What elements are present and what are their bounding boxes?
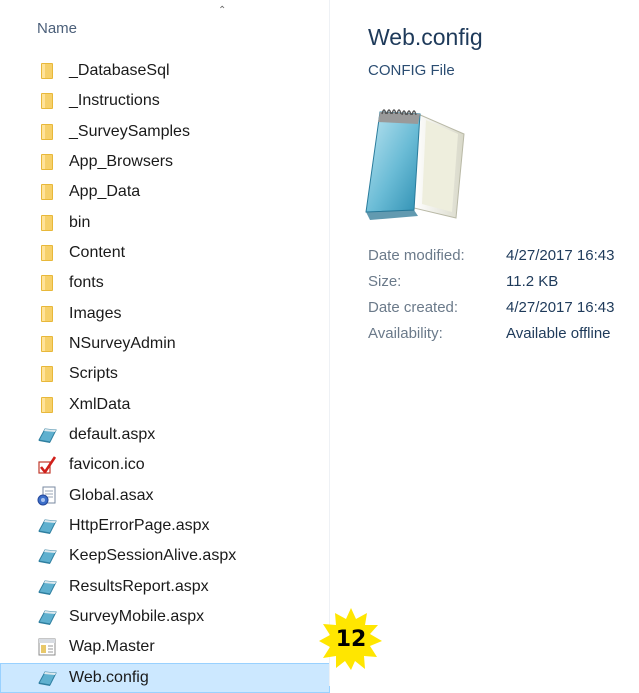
file-name: App_Browsers (69, 153, 174, 171)
file-row-selected[interactable]: Web.config (0, 662, 330, 693)
property-label: Size: (368, 272, 402, 290)
name-column-header[interactable]: Name (37, 20, 77, 37)
file-row[interactable]: App_Browsers (0, 147, 330, 177)
folder-icon (36, 122, 58, 142)
aspx-file-icon (36, 425, 58, 445)
file-name: Web.config (69, 668, 149, 686)
file-row[interactable]: default.aspx (0, 420, 330, 450)
config-file-icon (36, 668, 58, 688)
property-value: 4/27/2017 16:43 (506, 246, 615, 264)
property-label: Date created: (368, 298, 459, 316)
file-row[interactable]: bin (0, 208, 330, 238)
file-row[interactable]: Global.asax (0, 481, 330, 511)
folder-icon (36, 273, 58, 293)
property-row: Size: 11.2 KB (368, 268, 614, 294)
property-row: Date created: 4/27/2017 16:43 (368, 294, 614, 320)
file-row[interactable]: Wap.Master (0, 632, 330, 662)
file-name: _DatabaseSql (69, 62, 170, 80)
file-name: _SurveySamples (69, 122, 190, 140)
file-name: _Instructions (69, 92, 160, 110)
step-number-badge: 12 (318, 608, 384, 670)
file-row[interactable]: NSurveyAdmin (0, 329, 330, 359)
file-name: default.aspx (69, 426, 156, 444)
asax-file-icon (36, 486, 58, 506)
property-value: 4/27/2017 16:43 (506, 298, 615, 316)
file-name: Scripts (69, 365, 118, 383)
details-file-type: CONFIG File (368, 62, 455, 79)
folder-icon (36, 182, 58, 202)
file-row[interactable]: _Instructions (0, 86, 330, 116)
step-number: 12 (335, 626, 367, 652)
aspx-file-icon (36, 546, 58, 566)
file-name: SurveyMobile.aspx (69, 608, 205, 626)
file-name: Global.asax (69, 486, 154, 504)
folder-icon (36, 91, 58, 111)
file-name: Wap.Master (69, 638, 155, 656)
folder-icon (36, 213, 58, 233)
file-row[interactable]: _DatabaseSql (0, 56, 330, 86)
property-value: 11.2 KB (506, 272, 559, 290)
checkmark-icon (36, 455, 58, 475)
file-name: NSurveyAdmin (69, 335, 176, 353)
file-row[interactable]: favicon.ico (0, 450, 330, 480)
file-row[interactable]: Images (0, 299, 330, 329)
file-row[interactable]: XmlData (0, 390, 330, 420)
file-name: bin (69, 213, 91, 231)
file-list: _DatabaseSql _Instructions _SurveySamples A… (0, 56, 330, 693)
property-row: Date modified: 4/27/2017 16:43 (368, 242, 614, 268)
file-name: KeepSessionAlive.aspx (69, 547, 237, 565)
file-name: fonts (69, 274, 104, 292)
sort-caret-icon[interactable]: ⌃ (218, 6, 226, 16)
file-row[interactable]: fonts (0, 268, 330, 298)
file-name: favicon.ico (69, 456, 145, 474)
file-row[interactable]: KeepSessionAlive.aspx (0, 541, 330, 571)
folder-icon (36, 152, 58, 172)
file-name: XmlData (69, 395, 131, 413)
file-row[interactable]: Scripts (0, 359, 330, 389)
file-row[interactable]: _SurveySamples (0, 117, 330, 147)
folder-icon (36, 364, 58, 384)
file-list-pane: ⌃ Name _DatabaseSql _Instructions _SurveyS… (0, 0, 330, 693)
property-label: Availability: (368, 324, 443, 342)
details-file-title: Web.config (368, 24, 483, 50)
details-properties: Date modified: 4/27/2017 16:43 Size: 11.2 K… (368, 242, 614, 346)
file-row[interactable]: Content (0, 238, 330, 268)
file-name: Content (69, 244, 126, 262)
aspx-file-icon (36, 516, 58, 536)
file-name: HttpErrorPage.aspx (69, 517, 210, 535)
folder-icon (36, 61, 58, 81)
file-row[interactable]: App_Data (0, 177, 330, 207)
folder-icon (36, 334, 58, 354)
folder-icon (36, 243, 58, 263)
property-label: Date modified: (368, 246, 465, 264)
file-name: ResultsReport.aspx (69, 577, 209, 595)
aspx-file-icon (36, 607, 58, 627)
file-name: Images (69, 304, 122, 322)
notepad-icon (360, 100, 470, 225)
master-file-icon (36, 637, 58, 657)
aspx-file-icon (36, 577, 58, 597)
file-row[interactable]: HttpErrorPage.aspx (0, 511, 330, 541)
file-row[interactable]: SurveyMobile.aspx (0, 602, 330, 632)
details-pane: Web.config CONFIG File Date modified: 4/… (330, 0, 639, 686)
folder-icon (36, 304, 58, 324)
property-value: Available offline (506, 324, 611, 342)
file-row[interactable]: ResultsReport.aspx (0, 572, 330, 602)
folder-icon (36, 395, 58, 415)
property-row: Availability: Available offline (368, 320, 614, 346)
file-name: App_Data (69, 183, 141, 201)
